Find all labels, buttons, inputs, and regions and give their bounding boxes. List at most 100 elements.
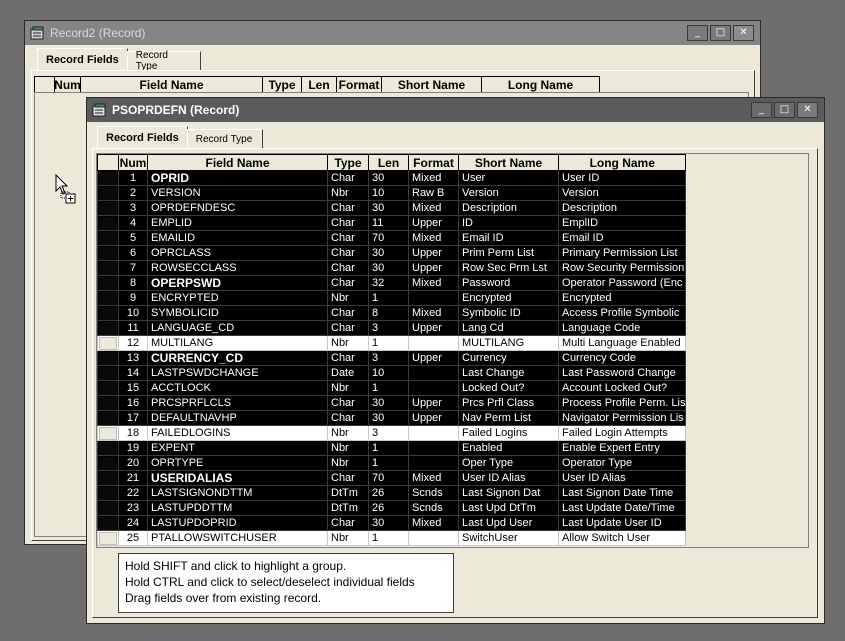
row-selector-box[interactable] [99,321,117,335]
column-field-name[interactable]: Field Name [147,154,328,171]
column-short-name[interactable]: Short Name [458,154,559,171]
row-selector[interactable] [97,290,119,306]
row-selector[interactable] [97,350,119,366]
row-selector[interactable] [97,245,119,261]
row-selector[interactable] [97,410,119,426]
table-row[interactable]: 8 OPERPSWD Char 32 Mixed Password Operator Pas… [97,275,687,291]
row-selector[interactable] [97,470,119,486]
table-row[interactable]: 17 DEFAULTNAVHP Char 30 Upper Nav Perm List Na… [97,410,687,426]
row-selector-box[interactable] [99,516,117,530]
table-row[interactable]: 16 PRCSPRFLCLS Char 30 Upper Prcs Prfl Class P… [97,395,687,411]
column-len[interactable]: Len [368,154,409,171]
row-selector-box[interactable] [99,306,117,320]
row-selector-box[interactable] [99,186,117,200]
row-selector[interactable] [97,275,119,291]
row-selector[interactable] [97,230,119,246]
table-row[interactable]: 4 EMPLID Char 11 Upper ID EmplID [97,215,687,231]
maximize-button[interactable]: □ [774,102,795,118]
table-row[interactable]: 7 ROWSECCLASS Char 30 Upper Row Sec Prm Lst Ro… [97,260,687,276]
row-selector-box[interactable] [99,531,117,545]
row-selector-box[interactable] [99,261,117,275]
maximize-button[interactable]: □ [710,25,731,41]
row-selector-box[interactable] [99,426,117,440]
row-selector-box[interactable] [99,381,117,395]
table-row[interactable]: 14 LASTPSWDCHANGE Date 10 Last Change Last Pa… [97,365,687,381]
row-selector-box[interactable] [99,291,117,305]
minimize-button[interactable]: _ [687,25,708,41]
table-row[interactable]: 13 CURRENCY_CD Char 3 Upper Currency Currency … [97,350,687,366]
row-selector[interactable] [97,215,119,231]
row-selector-box[interactable] [99,501,117,515]
record2-titlebar[interactable]: Record2 (Record) _ □ ✕ [25,21,760,45]
tab-record-type[interactable]: Record Type [186,129,263,148]
column-format[interactable]: Format [336,76,382,93]
row-selector-box[interactable] [99,201,117,215]
table-row[interactable]: 22 LASTSIGNONDTTM DtTm 26 Scnds Last Signon D… [97,485,687,501]
row-selector-box[interactable] [99,246,117,260]
row-selector-box[interactable] [99,231,117,245]
row-selector-box[interactable] [99,411,117,425]
row-selector-box[interactable] [99,396,117,410]
column-len[interactable]: Len [301,76,337,93]
table-row[interactable]: 15 ACCTLOCK Nbr 1 Locked Out? Account Locked … [97,380,687,396]
field-grid[interactable]: Num Field Name Type Len Format Short Nam… [96,153,809,548]
row-selector-box[interactable] [99,216,117,230]
row-selector-box[interactable] [99,441,117,455]
row-selector[interactable] [97,185,119,201]
psoprdefn-window[interactable]: PSOPRDEFN (Record) _ □ ✕ Record Fields R… [86,97,825,624]
table-row[interactable]: 5 EMAILID Char 70 Mixed Email ID Email ID [97,230,687,246]
psoprdefn-titlebar[interactable]: PSOPRDEFN (Record) _ □ ✕ [87,98,824,122]
table-row[interactable]: 2 VERSION Nbr 10 Raw B Version Version [97,185,687,201]
column-long-name[interactable]: Long Name [557,154,687,171]
row-selector[interactable] [97,395,119,411]
row-selector-box[interactable] [99,486,117,500]
table-row[interactable]: 3 OPRDEFNDESC Char 30 Mixed Description Descri… [97,200,687,216]
row-selector[interactable] [97,320,119,336]
close-button[interactable]: ✕ [733,25,754,41]
minimize-button[interactable]: _ [751,102,772,118]
column-format[interactable]: Format [408,154,459,171]
row-selector[interactable] [97,500,119,516]
column-type[interactable]: Type [262,76,302,93]
table-row[interactable]: 9 ENCRYPTED Nbr 1 Encrypted Encrypted [97,290,687,306]
row-selector[interactable] [97,455,119,471]
column-num[interactable]: Num [118,154,148,171]
table-row[interactable]: 25 PTALLOWSWITCHUSER Nbr 1 SwitchUser Allow S… [97,530,687,546]
table-row[interactable]: 10 SYMBOLICID Char 8 Mixed Symbolic ID Access … [97,305,687,321]
close-button[interactable]: ✕ [797,102,818,118]
row-selector[interactable] [97,170,119,186]
tab-record-fields[interactable]: Record Fields [37,48,128,70]
table-row[interactable]: 20 OPRTYPE Nbr 1 Oper Type Operator Type [97,455,687,471]
row-selector[interactable] [97,305,119,321]
table-row[interactable]: 23 LASTUPDDTTM DtTm 26 Scnds Last Upd DtTm Las… [97,500,687,516]
table-row[interactable]: 1 OPRID Char 30 Mixed User User ID [97,170,687,186]
row-selector[interactable] [97,425,119,441]
column-long-name[interactable]: Long Name [481,76,600,93]
row-selector[interactable] [97,485,119,501]
table-row[interactable]: 21 USERIDALIAS Char 70 Mixed User ID Alias Use… [97,470,687,486]
row-selector-box[interactable] [99,351,117,365]
table-row[interactable]: 24 LASTUPDOPRID Char 30 Mixed Last Upd User La… [97,515,687,531]
row-selector[interactable] [97,335,119,351]
row-selector[interactable] [97,530,119,546]
row-selector[interactable] [97,200,119,216]
row-selector[interactable] [97,365,119,381]
row-selector-box[interactable] [99,366,117,380]
row-selector-box[interactable] [99,456,117,470]
table-row[interactable]: 12 MULTILANG Nbr 1 MULTILANG Multi Language E… [97,335,687,351]
row-selector-box[interactable] [99,471,117,485]
table-row[interactable]: 18 FAILEDLOGINS Nbr 3 Failed Logins Failed Lo… [97,425,687,441]
row-selector-box[interactable] [99,276,117,290]
row-selector[interactable] [97,260,119,276]
row-selector[interactable] [97,515,119,531]
column-num[interactable]: Num [54,76,81,93]
row-selector[interactable] [97,440,119,456]
row-selector-box[interactable] [99,171,117,185]
row-selector[interactable] [97,380,119,396]
column-field-name[interactable]: Field Name [80,76,263,93]
table-row[interactable]: 11 LANGUAGE_CD Char 3 Upper Lang Cd Language C… [97,320,687,336]
column-short-name[interactable]: Short Name [381,76,482,93]
tab-record-type[interactable]: Record Type [126,50,201,72]
column-type[interactable]: Type [327,154,369,171]
table-row[interactable]: 19 EXPENT Nbr 1 Enabled Enable Expert Entry [97,440,687,456]
